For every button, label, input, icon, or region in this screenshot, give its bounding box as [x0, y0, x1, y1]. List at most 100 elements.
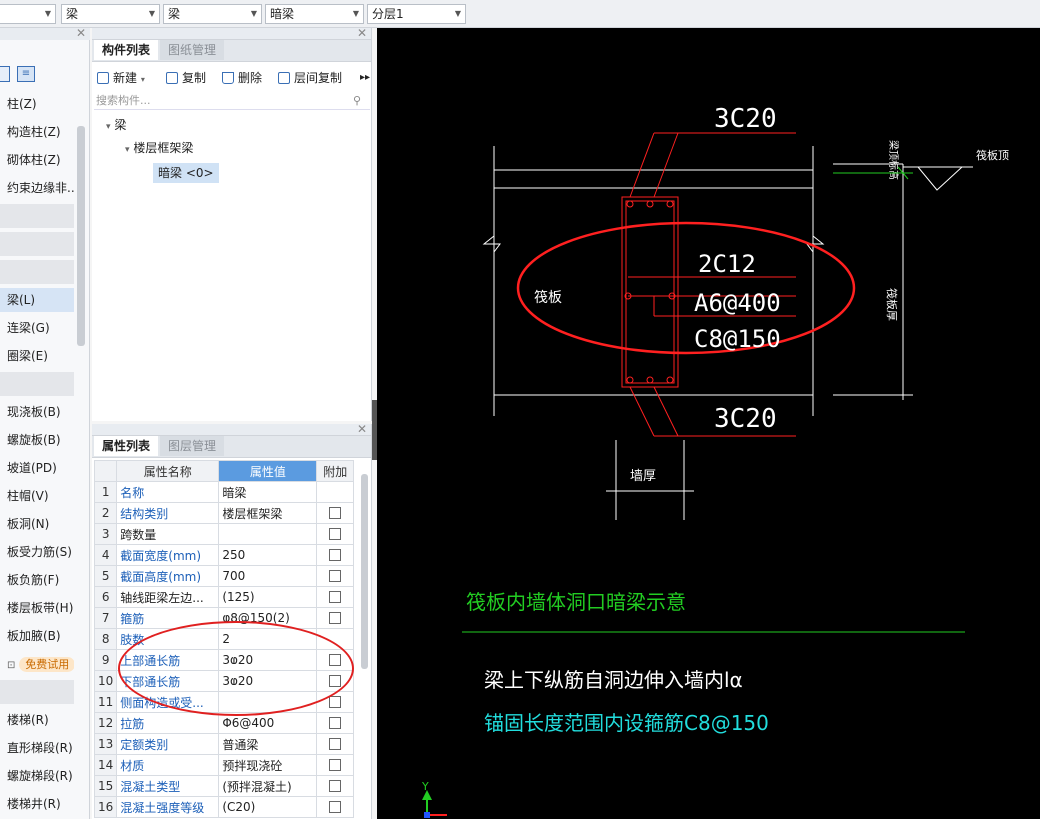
nav-item-15[interactable]: 板洞(N) — [0, 512, 74, 536]
nav-category-header[interactable] — [0, 204, 74, 228]
property-value[interactable] — [218, 691, 318, 713]
dropdown-category[interactable]: 梁 ▼ — [61, 4, 160, 24]
property-value[interactable]: 3ⱷ20 — [218, 670, 318, 692]
property-row[interactable]: 15 混凝土类型 (预拌混凝土) — [93, 775, 354, 797]
nav-item-17[interactable]: 板负筋(F) — [0, 568, 74, 592]
property-value[interactable]: 预拌现浇砼 — [218, 754, 318, 776]
nav-scrollbar[interactable] — [77, 126, 85, 346]
extra-checkbox[interactable] — [329, 507, 342, 519]
property-value[interactable]: 3ⱷ20 — [218, 649, 318, 671]
copy-button[interactable]: 复制 — [166, 68, 206, 88]
property-row[interactable]: 3 跨数量 — [93, 523, 354, 545]
nav-item-trial[interactable]: ⊡ 免费试用 — [0, 652, 74, 676]
nav-item-7[interactable]: 梁(L) — [0, 288, 74, 312]
property-row[interactable]: 4 截面宽度(mm) 250 — [93, 544, 354, 566]
property-row[interactable]: 2 结构类别 楼层框架梁 — [93, 502, 354, 524]
extra-checkbox[interactable] — [329, 696, 342, 708]
extra-checkbox[interactable] — [329, 570, 342, 582]
detail-view-icon[interactable]: ≡ — [17, 66, 35, 82]
nav-item-1[interactable]: 构造柱(Z) — [0, 120, 74, 144]
cad-drawing-view[interactable]: 3C20 3C20 2C12 A6@400 C8@150 筏板 墙厚 筏板顶 梁… — [377, 28, 1040, 819]
property-value[interactable]: Φ6@400 — [218, 712, 318, 734]
close-icon[interactable]: ✕ — [357, 422, 367, 436]
close-icon[interactable]: ✕ — [76, 26, 86, 40]
property-row[interactable]: 13 定额类别 普通梁 — [93, 733, 354, 755]
nav-item-2[interactable]: 砌体柱(Z) — [0, 148, 74, 172]
extra-checkbox[interactable] — [329, 612, 342, 624]
property-value[interactable]: (预拌混凝土) — [218, 775, 318, 797]
new-button[interactable]: 新建 ▾ — [97, 68, 145, 88]
search-input[interactable]: 搜索构件... — [94, 92, 370, 110]
dropdown-component[interactable]: 暗梁 ▼ — [265, 4, 364, 24]
property-row[interactable]: 5 截面高度(mm) 700 — [93, 565, 354, 587]
property-value[interactable]: 250 — [218, 544, 318, 566]
nav-category-header[interactable] — [0, 232, 74, 256]
nav-item-23[interactable]: 直形梯段(R) — [0, 736, 74, 760]
nav-category-header[interactable] — [0, 372, 74, 396]
more-icon[interactable]: ▸▸ — [360, 68, 370, 88]
nav-item-18[interactable]: 楼层板带(H) — [0, 596, 74, 620]
property-row[interactable]: 8 肢数 2 — [93, 628, 354, 650]
nav-item-11[interactable]: 现浇板(B) — [0, 400, 74, 424]
tree-root[interactable]: ▾ 梁 — [106, 116, 126, 134]
extra-checkbox[interactable] — [329, 675, 342, 687]
nav-item-3[interactable]: 约束边缘非... — [0, 176, 74, 200]
property-value[interactable]: ⱷ8@150(2) — [218, 607, 318, 629]
property-value[interactable]: 暗梁 — [218, 481, 318, 503]
property-scrollbar[interactable] — [361, 474, 368, 669]
floor-copy-button[interactable]: 层间复制 — [278, 68, 342, 88]
nav-item-24[interactable]: 螺旋梯段(R) — [0, 764, 74, 788]
tab-property-list[interactable]: 属性列表 — [94, 436, 159, 456]
extra-checkbox[interactable] — [329, 780, 342, 792]
extra-checkbox[interactable] — [329, 759, 342, 771]
nav-item-12[interactable]: 螺旋板(B) — [0, 428, 74, 452]
nav-item-25[interactable]: 楼梯井(R) — [0, 792, 74, 816]
list-view-icon[interactable] — [0, 66, 10, 82]
property-value[interactable]: 2 — [218, 628, 318, 650]
dropdown-layer[interactable]: 分层1 ▼ — [367, 4, 466, 24]
nav-item-0[interactable]: 柱(Z) — [0, 92, 74, 116]
property-row[interactable]: 12 拉筋 Φ6@400 — [93, 712, 354, 734]
nav-item-9[interactable]: 圈梁(E) — [0, 344, 74, 368]
nav-item-14[interactable]: 柱帽(V) — [0, 484, 74, 508]
property-row[interactable]: 1 名称 暗梁 — [93, 481, 354, 503]
property-row[interactable]: 14 材质 预拌现浇砼 — [93, 754, 354, 776]
delete-button[interactable]: 删除 — [222, 68, 262, 88]
tree-leaf-selected[interactable]: 暗梁 <0> — [153, 163, 219, 183]
property-value[interactable]: 700 — [218, 565, 318, 587]
extra-checkbox[interactable] — [329, 528, 342, 540]
close-icon[interactable]: ✕ — [357, 26, 367, 40]
extra-checkbox[interactable] — [329, 738, 342, 750]
nav-item-19[interactable]: 板加腋(B) — [0, 624, 74, 648]
extra-checkbox[interactable] — [329, 717, 342, 729]
property-value[interactable]: (125) — [218, 586, 318, 608]
nav-item-8[interactable]: 连梁(G) — [0, 316, 74, 340]
dropdown-0[interactable]: ▼ — [0, 4, 56, 24]
property-row[interactable]: 6 轴线距梁左边... (125) — [93, 586, 354, 608]
extra-checkbox[interactable] — [329, 801, 342, 813]
property-value[interactable]: 普通梁 — [218, 733, 318, 755]
search-icon[interactable]: ⚲ — [353, 94, 361, 107]
dropdown-type[interactable]: 梁 ▼ — [163, 4, 262, 24]
trial-badge[interactable]: 免费试用 — [19, 657, 74, 672]
property-row[interactable]: 10 下部通长筋 3ⱷ20 — [93, 670, 354, 692]
property-row[interactable]: 7 箍筋 ⱷ8@150(2) — [93, 607, 354, 629]
nav-item-13[interactable]: 坡道(PD) — [0, 456, 74, 480]
nav-category-header[interactable] — [0, 260, 74, 284]
extra-checkbox[interactable] — [329, 591, 342, 603]
tab-drawing-management[interactable]: 图纸管理 — [160, 40, 225, 60]
nav-item-16[interactable]: 板受力筋(S) — [0, 540, 74, 564]
property-value[interactable]: (C20) — [218, 796, 318, 818]
nav-item-22[interactable]: 楼梯(R) — [0, 708, 74, 732]
property-value[interactable] — [218, 523, 318, 545]
nav-category-header[interactable] — [0, 680, 74, 704]
property-row[interactable]: 16 混凝土强度等级 (C20) — [93, 796, 354, 818]
tab-component-list[interactable]: 构件列表 — [94, 40, 159, 60]
extra-checkbox[interactable] — [329, 549, 342, 561]
property-row[interactable]: 9 上部通长筋 3ⱷ20 — [93, 649, 354, 671]
property-value[interactable]: 楼层框架梁 — [218, 502, 318, 524]
tab-layer-management[interactable]: 图层管理 — [160, 436, 225, 456]
tree-child[interactable]: ▾ 楼层框架梁 — [125, 139, 193, 157]
extra-checkbox[interactable] — [329, 654, 342, 666]
property-row[interactable]: 11 侧面构造或受... — [93, 691, 354, 713]
